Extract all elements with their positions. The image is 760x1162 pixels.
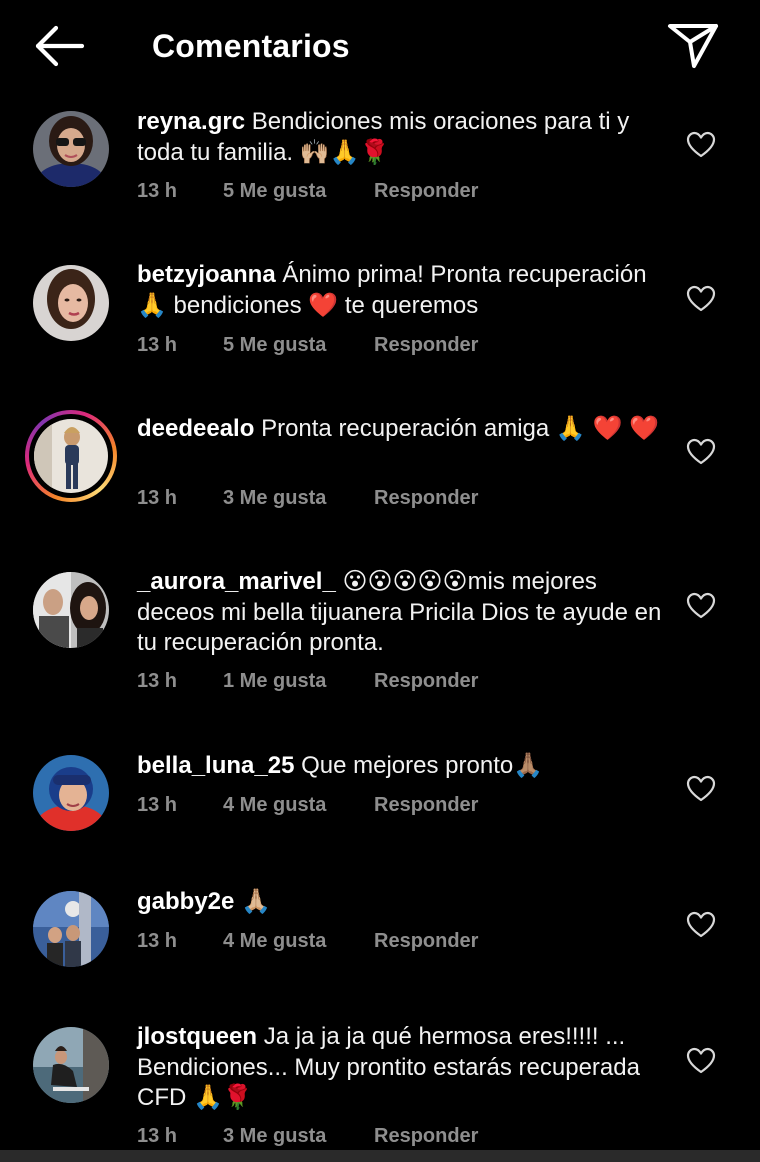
- heart-icon: [686, 131, 716, 158]
- comment-likes[interactable]: 4 Me gusta: [223, 927, 326, 955]
- heart-icon: [686, 285, 716, 312]
- avatar-ring-gap: [29, 414, 113, 498]
- comment-body: Pronta recuperación amiga 🙏 ❤️ ❤️: [261, 415, 659, 442]
- like-button[interactable]: [686, 1046, 716, 1076]
- comment-username[interactable]: jlostqueen: [137, 1023, 257, 1050]
- comment-text: reyna.grc Bendiciones mis oraciones para…: [137, 107, 665, 168]
- heart-icon: [686, 1047, 716, 1074]
- reply-button[interactable]: Responder: [374, 331, 478, 359]
- avatar[interactable]: [33, 265, 109, 341]
- comment-text: jlostqueen Ja ja ja ja qué hermosa eres!…: [137, 1022, 665, 1114]
- heart-icon: [686, 592, 716, 619]
- like-button[interactable]: [686, 284, 716, 314]
- comment-text: betzyjoanna Ánimo prima! Pronta recupera…: [137, 260, 665, 321]
- heart-icon: [686, 775, 716, 802]
- comment-time: 13 h: [137, 487, 178, 509]
- comment-username[interactable]: deedeealo: [137, 415, 254, 442]
- comment-likes[interactable]: 5 Me gusta: [223, 331, 326, 359]
- like-button[interactable]: [686, 437, 716, 467]
- avatar: [34, 419, 108, 493]
- avatar-story-ring[interactable]: [25, 410, 117, 502]
- comment-likes[interactable]: 1 Me gusta: [223, 667, 326, 695]
- comment-username[interactable]: reyna.grc: [137, 108, 245, 135]
- comment-body: Que mejores pronto🙏🏽: [301, 752, 544, 779]
- like-button[interactable]: [686, 774, 716, 804]
- reply-button[interactable]: Responder: [374, 667, 478, 695]
- comment-text: deedeealo Pronta recuperación amiga 🙏 ❤️…: [137, 414, 665, 445]
- comment-time: 13 h: [137, 180, 178, 202]
- comment-text: _aurora_marivel_ 😮😮😮😮😮mis mejores deceos…: [137, 567, 665, 659]
- comment-username[interactable]: betzyjoanna: [137, 261, 276, 288]
- comment-text: gabby2e 🙏🏼: [137, 887, 665, 918]
- like-button[interactable]: [686, 910, 716, 940]
- comment-body: 🙏🏼: [241, 888, 271, 915]
- comment-text: bella_luna_25 Que mejores pronto🙏🏽: [137, 751, 665, 782]
- comment-list: reyna.grc Bendiciones mis oraciones para…: [0, 0, 760, 1162]
- reply-button[interactable]: Responder: [374, 1122, 478, 1150]
- reply-button[interactable]: Responder: [374, 927, 478, 955]
- comment-time: 13 h: [137, 670, 178, 692]
- avatar[interactable]: [33, 572, 109, 648]
- comment-username[interactable]: bella_luna_25: [137, 752, 294, 779]
- comment-username[interactable]: _aurora_marivel_: [137, 568, 336, 595]
- comment-time: 13 h: [137, 1125, 178, 1147]
- avatar[interactable]: [33, 891, 109, 967]
- comment-likes[interactable]: 4 Me gusta: [223, 791, 326, 819]
- avatar[interactable]: [33, 1027, 109, 1103]
- reply-button[interactable]: Responder: [374, 791, 478, 819]
- comment-time: 13 h: [137, 794, 178, 816]
- comment-likes[interactable]: 3 Me gusta: [223, 484, 326, 512]
- avatar[interactable]: [33, 755, 109, 831]
- comment-likes[interactable]: 5 Me gusta: [223, 177, 326, 205]
- heart-icon: [686, 438, 716, 465]
- avatar[interactable]: [33, 111, 109, 187]
- like-button[interactable]: [686, 130, 716, 160]
- like-button[interactable]: [686, 591, 716, 621]
- heart-icon: [686, 911, 716, 938]
- reply-button[interactable]: Responder: [374, 177, 478, 205]
- comment-time: 13 h: [137, 930, 178, 952]
- comment-likes[interactable]: 3 Me gusta: [223, 1122, 326, 1150]
- reply-button[interactable]: Responder: [374, 484, 478, 512]
- comment-time: 13 h: [137, 334, 178, 356]
- comment-username[interactable]: gabby2e: [137, 888, 234, 915]
- bottom-input-bar-edge: [0, 1150, 760, 1162]
